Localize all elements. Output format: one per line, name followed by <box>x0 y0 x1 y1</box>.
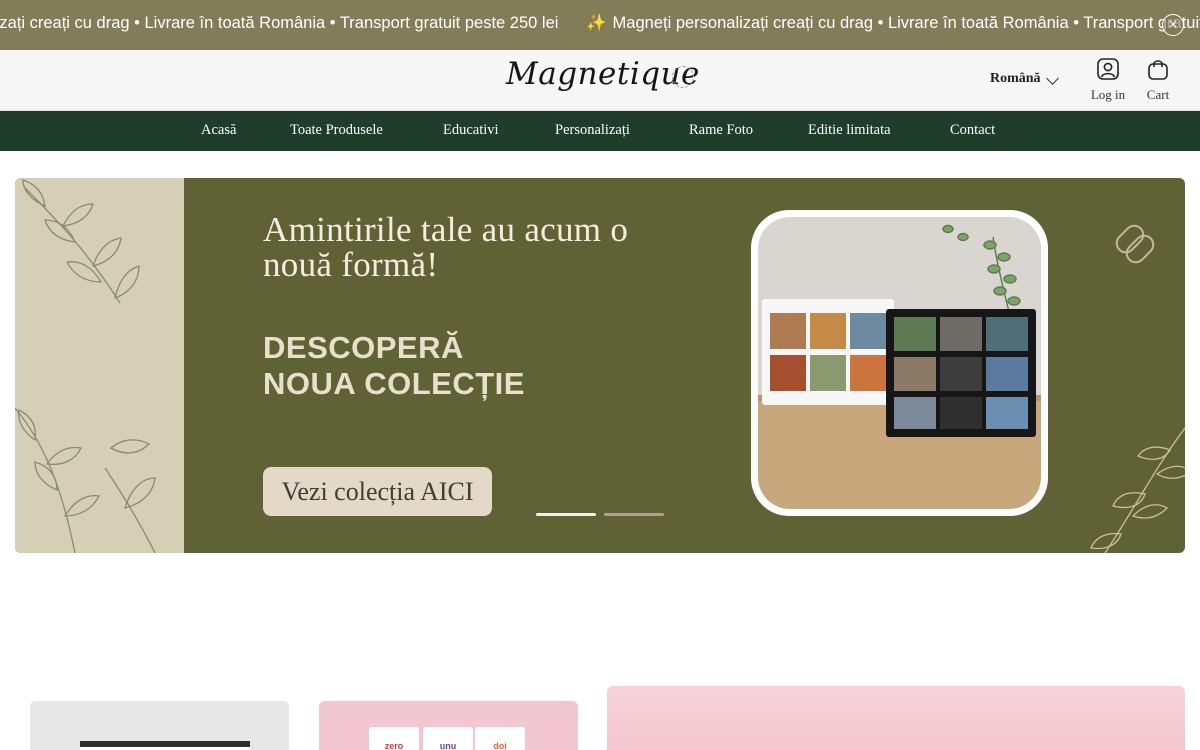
announcement-text-2: Magneți personalizați creați cu drag • L… <box>612 14 1200 32</box>
sparkle-icon: ✨ <box>586 14 607 32</box>
hero-product-photo <box>751 210 1048 516</box>
main-nav: Acasă Toate Produsele Educativi Personal… <box>0 111 1200 151</box>
user-icon <box>1097 58 1119 80</box>
nav-item-contact[interactable]: Contact <box>950 122 995 139</box>
chevron-down-icon[interactable] <box>1046 72 1059 85</box>
nav-item-editie-limitata[interactable]: Editie limitata <box>808 122 891 139</box>
cart-label: Cart <box>1146 87 1170 102</box>
product-card-1-image <box>80 741 250 750</box>
announcement-text-repeat: ✨ Magneți personalizați creați cu drag • … <box>586 0 1200 50</box>
cart-button[interactable]: Cart <box>1136 58 1180 103</box>
number-tile: unu <box>423 727 473 750</box>
logo-ornament-icon <box>672 66 694 88</box>
leaf-branch-decoration <box>15 179 156 553</box>
hero-banner[interactable]: Amintirile tale au acum o nouă formă! DE… <box>15 178 1185 553</box>
promo-card[interactable] <box>607 686 1185 750</box>
announcement-text: lizați creați cu drag • Livrare în toată… <box>0 14 559 32</box>
close-announcement-button[interactable]: × <box>1162 14 1184 36</box>
hero-subtitle-line-2: NOUA COLECȚIE <box>263 366 525 401</box>
nav-item-educativi[interactable]: Educativi <box>443 122 499 139</box>
number-tile: doi <box>475 727 525 750</box>
slide-indicator-2[interactable] <box>604 513 664 516</box>
photo-frames-image <box>758 217 1041 509</box>
site-header: Magnetique Română Log in Cart <box>0 50 1200 111</box>
nav-item-rame-foto[interactable]: Rame Foto <box>689 122 753 139</box>
hero-subtitle: DESCOPERĂ NOUA COLECȚIE <box>263 330 525 402</box>
number-tile: zero <box>369 727 419 750</box>
product-card-2[interactable]: zero unu doi <box>319 701 578 750</box>
login-label: Log in <box>1090 87 1126 102</box>
nav-item-toate-produsele[interactable]: Toate Produsele <box>290 122 383 139</box>
hero-title: Amintirile tale au acum o nouă formă! <box>263 210 629 284</box>
hero-subtitle-line-1: DESCOPERĂ <box>263 330 464 365</box>
cart-icon <box>1148 60 1168 80</box>
brand-mark-icon <box>1107 216 1167 281</box>
product-card-1[interactable] <box>30 701 289 750</box>
hero-side-panel <box>15 178 184 553</box>
slide-indicator-1[interactable] <box>536 513 596 516</box>
view-collection-button[interactable]: Vezi colecția AICI <box>263 467 492 516</box>
site-logo[interactable]: Magnetique <box>506 56 700 92</box>
hero-photo-image <box>758 217 1041 509</box>
nav-item-acasa[interactable]: Acasă <box>201 122 236 139</box>
nav-item-personalizati[interactable]: Personalizați <box>555 122 630 139</box>
login-button[interactable]: Log in <box>1086 58 1130 103</box>
language-selector[interactable]: Română <box>990 71 1041 87</box>
announcement-bar: lizați creați cu drag • Livrare în toată… <box>0 0 1200 50</box>
leaf-branch-right-decoration <box>1090 427 1185 553</box>
